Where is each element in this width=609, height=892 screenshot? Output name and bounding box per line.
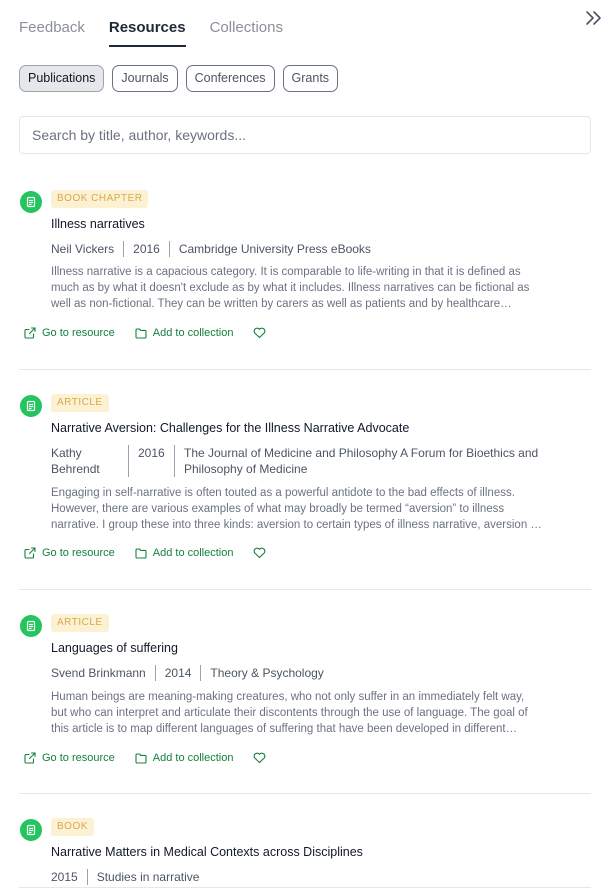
result-source: Theory & Psychology <box>200 665 332 681</box>
folder-icon <box>135 327 147 339</box>
heart-icon <box>254 752 266 764</box>
add-to-collection-label: Add to collection <box>152 752 234 764</box>
result-meta: Neil Vickers 2016 Cambridge University P… <box>51 241 380 257</box>
favorite-button[interactable] <box>253 547 266 559</box>
go-to-resource-button[interactable]: Go to resource <box>24 547 115 559</box>
add-to-collection-label: Add to collection <box>152 327 234 339</box>
tab-bar: Feedback Resources Collections <box>19 0 307 48</box>
tab-feedback[interactable]: Feedback <box>19 0 85 48</box>
go-to-resource-button[interactable]: Go to resource <box>24 327 115 339</box>
result-item: ARTICLE Narrative Aversion: Challenges f… <box>19 382 591 590</box>
result-year: 2014 <box>154 665 201 681</box>
document-icon <box>20 819 42 841</box>
favorite-button[interactable] <box>253 327 266 339</box>
document-icon <box>20 395 42 417</box>
external-link-icon <box>24 327 36 339</box>
favorite-button[interactable] <box>253 752 266 764</box>
result-source: Studies in narrative <box>86 869 209 885</box>
result-actions: Go to resource Add to collection <box>24 327 266 339</box>
add-to-collection-button[interactable]: Add to collection <box>135 752 234 764</box>
filter-grants[interactable]: Grants <box>282 65 339 92</box>
result-author: Svend Brinkmann <box>51 666 146 680</box>
add-to-collection-button[interactable]: Add to collection <box>135 327 234 339</box>
result-item: BOOK CHAPTER Illness narratives Neil Vic… <box>19 178 591 370</box>
result-title[interactable]: Illness narratives <box>51 217 145 231</box>
add-to-collection-label: Add to collection <box>152 547 234 559</box>
filter-conferences[interactable]: Conferences <box>185 65 275 92</box>
result-title[interactable]: Narrative Matters in Medical Contexts ac… <box>51 845 363 859</box>
result-actions: Go to resource Add to collection <box>24 752 266 764</box>
type-badge: ARTICLE <box>51 614 109 632</box>
folder-icon <box>135 752 147 764</box>
document-icon <box>20 615 42 637</box>
result-title[interactable]: Narrative Aversion: Challenges for the I… <box>51 421 409 435</box>
heart-icon <box>254 547 266 559</box>
result-abstract: Engaging in self-narrative is often tout… <box>51 487 541 531</box>
result-abstract: Human beings are meaning-making creature… <box>51 691 528 735</box>
go-to-resource-button[interactable]: Go to resource <box>24 752 115 764</box>
go-to-resource-label: Go to resource <box>42 327 115 339</box>
chevrons-right-icon <box>586 11 601 25</box>
external-link-icon <box>24 547 36 559</box>
tab-collections[interactable]: Collections <box>210 0 283 48</box>
result-meta: Svend Brinkmann 2014 Theory & Psychology <box>51 665 333 681</box>
heart-icon <box>254 327 266 339</box>
tab-resources[interactable]: Resources <box>108 0 186 48</box>
result-year: 2016 <box>123 241 169 257</box>
result-item: ARTICLE Languages of suffering Svend Bri… <box>19 602 591 794</box>
result-title[interactable]: Languages of suffering <box>51 641 178 655</box>
type-badge: BOOK <box>51 818 94 836</box>
result-item: BOOK Narrative Matters in Medical Contex… <box>19 806 591 888</box>
result-author: Neil Vickers <box>51 242 115 256</box>
result-actions: Go to resource Add to collection <box>24 547 266 559</box>
filter-journals[interactable]: Journals <box>112 65 178 92</box>
filter-chips: Publications Journals Conferences Grants <box>19 65 339 92</box>
go-to-resource-label: Go to resource <box>42 752 115 764</box>
result-author: Kathy Behrendt <box>51 446 100 476</box>
result-meta: Kathy Behrendt 2016 The Journal of Medic… <box>51 445 569 477</box>
result-year: 2015 <box>51 870 78 884</box>
document-icon <box>20 191 42 213</box>
type-badge: BOOK CHAPTER <box>51 190 149 208</box>
result-abstract: Illness narrative is a capacious categor… <box>51 266 530 310</box>
collapse-panel-button[interactable] <box>583 8 605 28</box>
result-meta: 2015 Studies in narrative <box>51 869 208 885</box>
folder-icon <box>135 547 147 559</box>
type-badge: ARTICLE <box>51 394 109 412</box>
search-input[interactable] <box>19 116 591 154</box>
external-link-icon <box>24 752 36 764</box>
go-to-resource-label: Go to resource <box>42 547 115 559</box>
add-to-collection-button[interactable]: Add to collection <box>135 547 234 559</box>
result-source: Cambridge University Press eBooks <box>168 241 380 257</box>
filter-publications[interactable]: Publications <box>19 65 105 92</box>
result-source: The Journal of Medicine and Philosophy A… <box>174 445 569 477</box>
result-year: 2016 <box>128 445 174 477</box>
